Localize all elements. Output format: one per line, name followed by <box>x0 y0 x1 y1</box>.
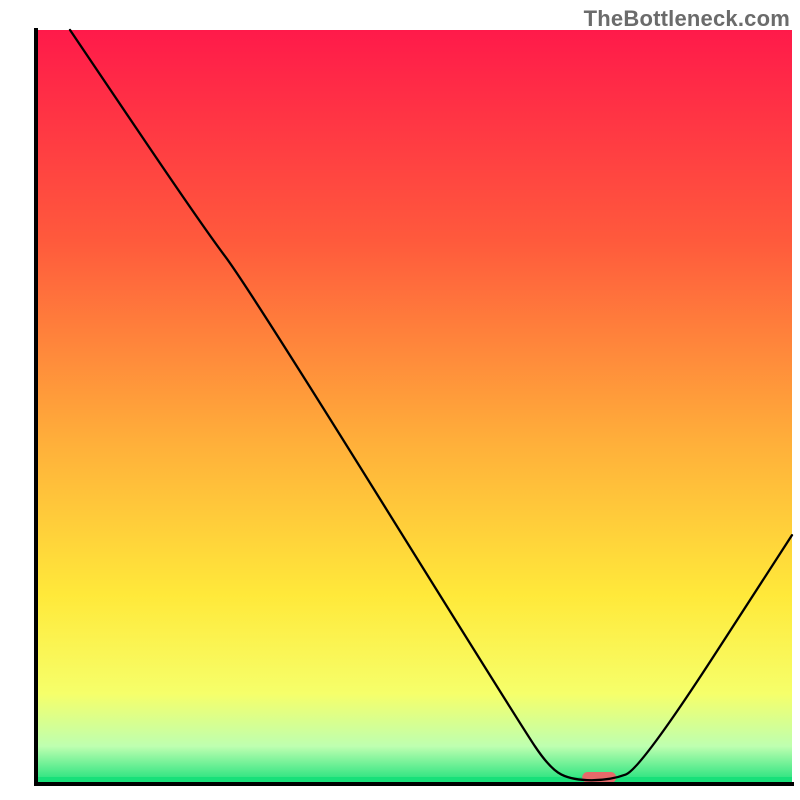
chart-frame: TheBottleneck.com <box>0 0 800 800</box>
bottleneck-chart <box>0 0 800 800</box>
gradient-background <box>36 30 792 784</box>
